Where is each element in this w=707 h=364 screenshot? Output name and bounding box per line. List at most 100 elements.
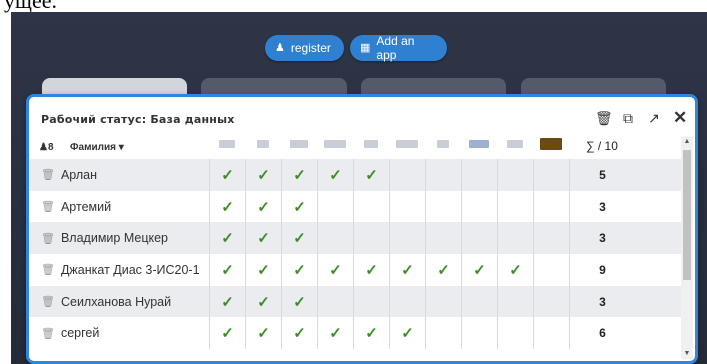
delete-participant-icon[interactable]: 🗑: [41, 168, 55, 181]
status-cell[interactable]: ✓: [281, 254, 317, 286]
status-cell[interactable]: [533, 285, 569, 318]
status-cell[interactable]: [389, 222, 425, 255]
status-cell[interactable]: [533, 254, 569, 286]
status-cell[interactable]: [497, 317, 533, 350]
status-cell[interactable]: ✓: [461, 254, 497, 286]
app-thumbnail-10[interactable]: [538, 137, 564, 151]
status-cell[interactable]: [389, 190, 425, 223]
scroll-up-icon[interactable]: ▲: [681, 137, 693, 147]
status-cell[interactable]: ✓: [281, 190, 317, 223]
status-cell[interactable]: [533, 159, 569, 191]
copy-icon[interactable]: ⧉: [621, 111, 635, 125]
status-cell[interactable]: ✓: [425, 254, 461, 286]
status-cell[interactable]: ✓: [317, 317, 353, 350]
app-thumbnail-7[interactable]: [430, 137, 456, 151]
status-cell[interactable]: ✓: [281, 317, 317, 350]
status-cell[interactable]: ✓: [245, 159, 281, 191]
status-cell[interactable]: [425, 190, 461, 223]
status-cell[interactable]: [461, 190, 497, 223]
status-cell[interactable]: ✓: [245, 254, 281, 286]
status-cell[interactable]: ✓: [281, 285, 317, 318]
status-cell[interactable]: [389, 159, 425, 191]
close-icon[interactable]: ✕: [673, 109, 687, 126]
status-cell[interactable]: [497, 285, 533, 318]
grid-icon: ▦: [360, 41, 371, 54]
status-cell[interactable]: ✓: [245, 317, 281, 350]
participant-name[interactable]: 🗑 Арлан: [41, 159, 97, 191]
status-cell[interactable]: [353, 285, 389, 318]
app-thumbnail-2[interactable]: [250, 137, 276, 151]
status-cell[interactable]: ✓: [389, 317, 425, 350]
status-cell[interactable]: ✓: [317, 254, 353, 286]
row-sum: 3: [569, 190, 635, 223]
app-thumbnail-1[interactable]: [214, 137, 240, 151]
status-cell[interactable]: [317, 190, 353, 223]
status-cell[interactable]: [425, 159, 461, 191]
status-cell[interactable]: [497, 190, 533, 223]
status-cell[interactable]: ✓: [497, 254, 533, 286]
participant-name[interactable]: 🗑 сергей: [41, 317, 99, 349]
app-stage: ♟ register ▦ Add an app Рабочий статус: …: [11, 12, 707, 364]
app-thumbnail-3[interactable]: [286, 137, 312, 151]
status-cell[interactable]: ✓: [389, 254, 425, 286]
participant-name-text: сергей: [60, 326, 100, 341]
scroll-thumb[interactable]: [683, 150, 691, 280]
app-thumbnail-4[interactable]: [322, 137, 348, 151]
app-thumbnail-9[interactable]: [502, 137, 528, 151]
status-cell[interactable]: [353, 222, 389, 255]
app-thumbnail-5[interactable]: [358, 137, 384, 151]
register-button[interactable]: ♟ register: [265, 35, 344, 61]
delete-participant-icon[interactable]: 🗑: [41, 200, 55, 213]
status-cell[interactable]: [425, 317, 461, 350]
table-header: ♟8 Фамилия ▾ ∑ / 10: [29, 133, 684, 159]
status-cell[interactable]: ✓: [317, 159, 353, 191]
status-cell[interactable]: [389, 285, 425, 318]
participant-name[interactable]: 🗑 Сеилханова Нурай: [41, 286, 171, 318]
status-cell[interactable]: [461, 285, 497, 318]
status-cell[interactable]: ✓: [245, 222, 281, 255]
status-cell[interactable]: ✓: [353, 254, 389, 286]
delete-participant-icon[interactable]: 🗑: [41, 295, 55, 308]
results-table: 🗑 Арлан ✓ ✓ ✓ ✓ ✓ 5 🗑 Артемий ✓ ✓ ✓ 3 🗑 Владимир Мецкер…: [29, 159, 684, 350]
status-cell[interactable]: ✓: [209, 190, 245, 223]
status-cell[interactable]: [317, 285, 353, 318]
status-cell[interactable]: [533, 222, 569, 255]
delete-participant-icon[interactable]: 🗑: [41, 263, 55, 276]
sort-by-surname[interactable]: Фамилия ▾: [70, 142, 124, 153]
app-thumbnail-8[interactable]: [466, 137, 492, 151]
status-cell[interactable]: ✓: [281, 159, 317, 191]
status-cell[interactable]: [353, 190, 389, 223]
status-cell[interactable]: ✓: [209, 222, 245, 255]
status-cell[interactable]: ✓: [209, 159, 245, 191]
row-sum: 3: [569, 285, 635, 318]
status-cell[interactable]: [425, 222, 461, 255]
app-thumbnail-6[interactable]: [394, 137, 420, 151]
status-cell[interactable]: [533, 317, 569, 350]
status-cell[interactable]: ✓: [209, 254, 245, 286]
status-cell[interactable]: [497, 222, 533, 255]
delete-participant-icon[interactable]: 🗑: [41, 232, 55, 245]
status-cell[interactable]: [461, 159, 497, 191]
external-link-icon[interactable]: ↗: [647, 111, 661, 125]
status-cell[interactable]: [461, 317, 497, 350]
trash-icon[interactable]: 🗑: [595, 111, 613, 125]
status-cell[interactable]: [317, 222, 353, 255]
status-cell[interactable]: ✓: [209, 317, 245, 350]
status-cell[interactable]: [461, 222, 497, 255]
status-cell[interactable]: [425, 285, 461, 318]
status-cell[interactable]: ✓: [281, 222, 317, 255]
status-cell[interactable]: [497, 159, 533, 191]
status-cell[interactable]: [533, 190, 569, 223]
scroll-down-icon[interactable]: ▼: [681, 349, 693, 359]
participant-name[interactable]: 🗑 Артемий: [41, 191, 111, 223]
status-cell[interactable]: ✓: [245, 190, 281, 223]
vertical-scrollbar[interactable]: ▲ ▼: [681, 137, 693, 359]
delete-participant-icon[interactable]: 🗑: [41, 327, 55, 340]
status-cell[interactable]: ✓: [353, 317, 389, 350]
participant-name[interactable]: 🗑 Владимир Мецкер: [41, 222, 168, 254]
status-cell[interactable]: ✓: [209, 285, 245, 318]
participant-name[interactable]: 🗑 Джанкат Диас 3-ИС20-1: [41, 254, 200, 286]
status-cell[interactable]: ✓: [245, 285, 281, 318]
add-app-button[interactable]: ▦ Add an app: [350, 34, 447, 62]
status-cell[interactable]: ✓: [353, 159, 389, 191]
